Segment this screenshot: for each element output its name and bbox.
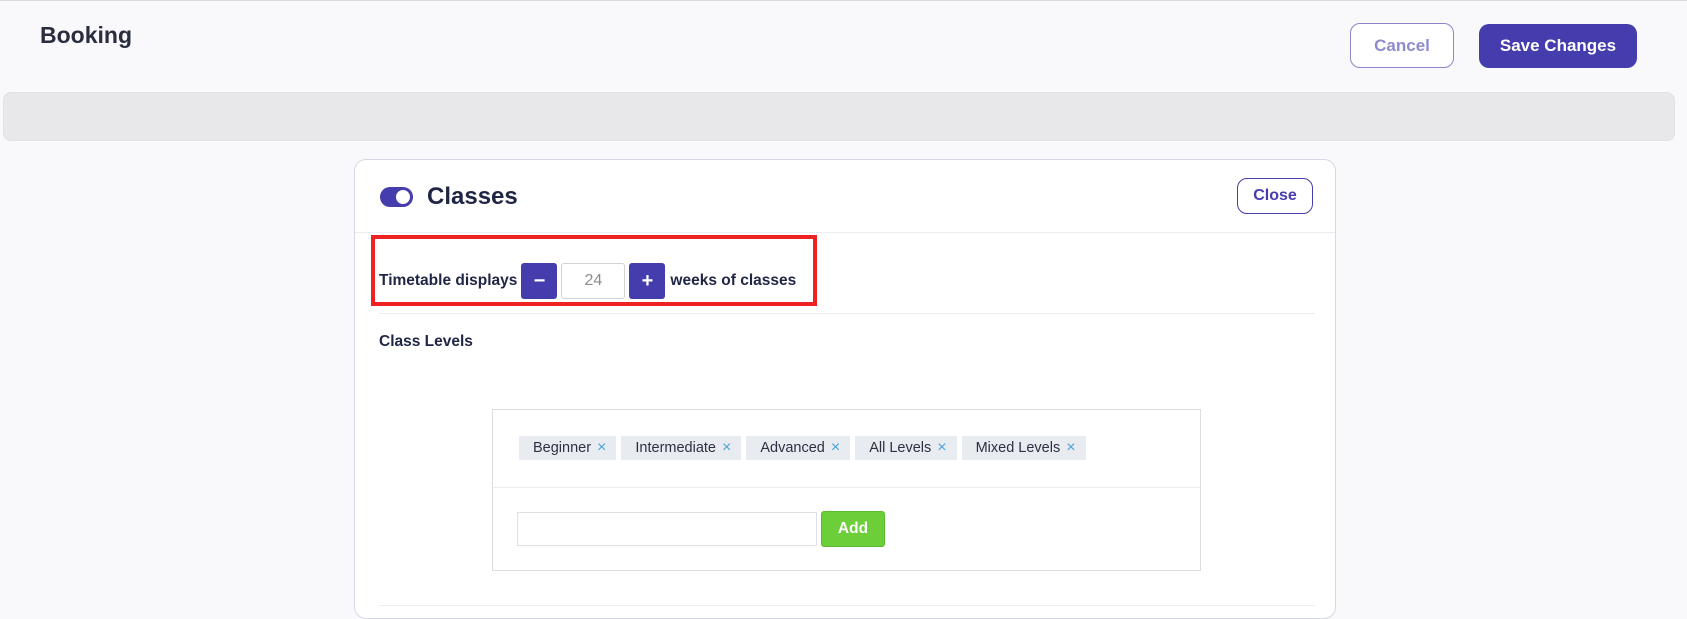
timetable-suffix-label: weeks of classes: [670, 272, 797, 289]
remove-icon[interactable]: ×: [1066, 439, 1075, 457]
remove-icon[interactable]: ×: [597, 439, 606, 457]
level-tag: All Levels ×: [855, 436, 957, 460]
cancel-button[interactable]: Cancel: [1350, 23, 1454, 68]
class-levels-label: Class Levels: [379, 333, 473, 350]
toggle-knob: [396, 190, 410, 204]
remove-icon[interactable]: ×: [722, 439, 731, 457]
timetable-prefix-label: Timetable displays: [379, 272, 518, 289]
new-level-input[interactable]: [517, 512, 817, 546]
level-tags: Beginner × Intermediate × Advanced × All…: [519, 436, 1086, 460]
level-tag-label: Mixed Levels: [975, 440, 1061, 456]
level-tag-label: Advanced: [760, 440, 825, 456]
save-changes-button[interactable]: Save Changes: [1479, 24, 1637, 68]
add-level-button[interactable]: Add: [821, 511, 885, 547]
weeks-input[interactable]: [561, 263, 626, 299]
class-levels-box: Beginner × Intermediate × Advanced × All…: [492, 409, 1201, 571]
card-title: Classes: [427, 183, 518, 210]
level-tag: Beginner ×: [519, 436, 617, 460]
remove-icon[interactable]: ×: [831, 439, 840, 457]
level-tag: Intermediate ×: [621, 436, 742, 460]
placeholder-bar: [3, 92, 1675, 141]
level-tag-label: Intermediate: [635, 440, 716, 456]
classes-card: Classes Close Timetable displays − + wee…: [354, 159, 1336, 619]
classes-toggle[interactable]: [380, 187, 413, 207]
close-button[interactable]: Close: [1237, 178, 1313, 214]
page-title: Booking: [40, 22, 132, 48]
levels-divider: [493, 487, 1200, 488]
timetable-weeks-row: Timetable displays − + weeks of classes: [379, 263, 796, 299]
remove-icon[interactable]: ×: [937, 439, 946, 457]
level-tag: Mixed Levels ×: [961, 436, 1086, 460]
section-divider: [379, 313, 1315, 314]
level-tag: Advanced ×: [746, 436, 851, 460]
decrement-weeks-button[interactable]: −: [521, 263, 558, 299]
increment-weeks-button[interactable]: +: [629, 263, 666, 299]
level-tag-label: Beginner: [533, 440, 592, 456]
level-tag-label: All Levels: [869, 440, 932, 456]
card-header-divider: [355, 232, 1335, 233]
top-border: [0, 0, 1687, 1]
